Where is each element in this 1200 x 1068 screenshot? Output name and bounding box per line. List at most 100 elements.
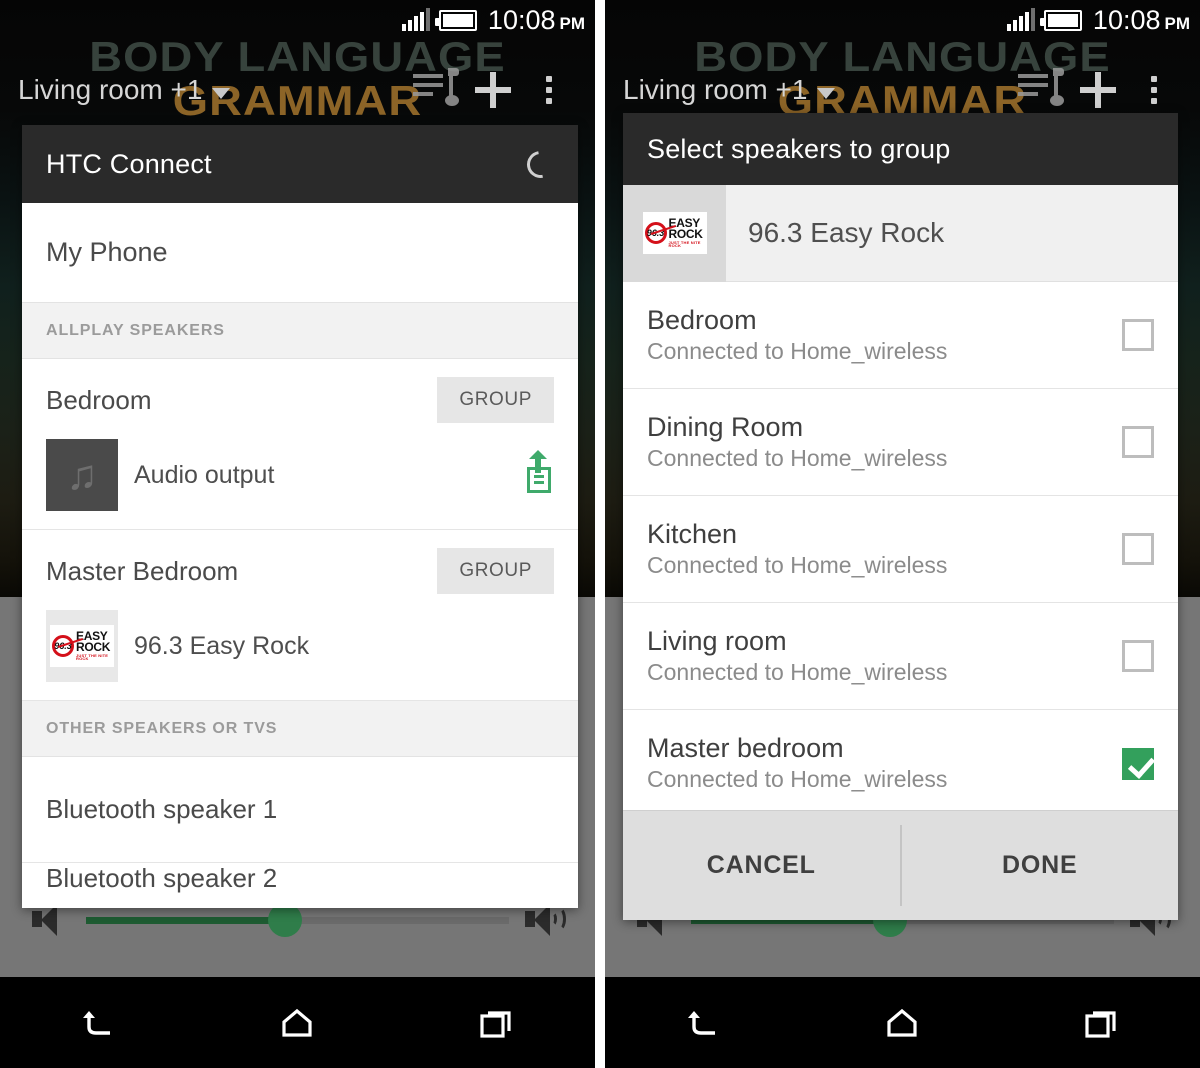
device-name: Bluetooth speaker 1 [46,794,278,824]
system-navigation-bar [605,977,1200,1068]
recents-button[interactable] [456,993,536,1053]
home-button[interactable] [862,993,942,1053]
album-art-thumbnail: 96.3 EASY ROCK JUST THE NITE ROCK [46,610,118,682]
plus-icon[interactable] [465,72,521,108]
speaker-checkbox[interactable] [1122,533,1154,565]
signal-bars-icon [401,8,430,31]
dual-screenshot-stage: BODY LANGUAGE GRAMMAR 10:08 PM Living ro… [0,0,1200,1068]
logo-word-rock: ROCK [76,640,111,655]
plus-icon[interactable] [1070,72,1126,108]
speaker-name: Bedroom [46,384,152,415]
back-button[interactable] [59,993,139,1053]
chevron-down-icon[interactable] [817,87,836,99]
group-button[interactable]: GROUP [437,377,554,423]
speaker-status: Connected to Home_wireless [647,551,948,578]
phone-screenshot-left: BODY LANGUAGE GRAMMAR 10:08 PM Living ro… [0,0,595,1068]
volume-slider-thumb[interactable] [267,903,302,937]
device-name: Bluetooth speaker 2 [46,863,278,893]
clock-time: 10:08 [487,4,556,35]
speaker-row-master-bedroom[interactable]: Master Bedroom GROUP [22,530,578,604]
logo-tagline: JUST THE NITE ROCK [76,652,109,662]
phone-screenshot-right: BODY LANGUAGE GRAMMAR 10:08 PM Living ro… [605,0,1200,1068]
speaker-checkbox-list: Bedroom Connected to Home_wireless Dinin… [623,282,1178,810]
home-button[interactable] [257,993,337,1053]
logo-word-rock: ROCK [668,227,703,242]
battery-icon [434,9,477,31]
speaker-checkbox[interactable] [1122,640,1154,672]
group-button[interactable]: GROUP [437,548,554,594]
signal-bars-icon [1006,8,1035,31]
logo-tagline: JUST THE NITE ROCK [668,239,701,249]
recents-button[interactable] [1061,993,1141,1053]
easy-rock-logo-icon: 96.3 EASY ROCK JUST THE NITE ROCK [642,212,707,254]
speaker-row-bedroom[interactable]: Bedroom GROUP [22,359,578,433]
dialog-body: 96.3 EASY ROCK JUST THE NITE ROCK 96.3 E… [623,184,1178,920]
now-playing-title: 96.3 Easy Rock [748,217,945,248]
section-header-allplay-label: ALLPLAY SPEAKERS [46,321,225,339]
battery-icon [1039,9,1082,31]
album-art-thumbnail: 96.3 EASY ROCK JUST THE NITE ROCK [623,184,726,282]
push-to-speaker-icon[interactable] [524,450,554,493]
status-bar: 10:08 PM [0,0,595,40]
overflow-menu-icon[interactable] [1126,76,1182,104]
easy-rock-logo-icon: 96.3 EASY ROCK JUST THE NITE ROCK [50,625,114,667]
music-note-icon: ♫ [66,451,98,498]
speaker-status: Connected to Home_wireless [647,766,948,793]
done-button[interactable]: DONE [902,811,1179,920]
htc-connect-dialog: HTC Connect My Phone ALLPLAY SPEAKERS Be… [22,125,578,908]
dialog-action-bar: CANCEL DONE [623,810,1178,920]
back-button[interactable] [664,993,744,1053]
speaker-status: Connected to Home_wireless [647,658,948,685]
playlist-music-icon[interactable] [409,68,465,112]
my-phone-label: My Phone [46,237,168,267]
status-bar-clock: 10:08 PM [488,5,585,36]
section-header-other-label: OTHER SPEAKERS OR TVS [46,719,278,737]
clock-ampm: PM [559,13,586,33]
speaker-name: Dining Room [647,411,804,442]
speaker-status: Connected to Home_wireless [647,444,948,471]
album-art-thumbnail: ♫ [46,439,118,511]
speaker-checkbox[interactable] [1122,747,1154,780]
clock-ampm: PM [1164,13,1191,33]
list-item-kitchen[interactable]: Kitchen Connected to Home_wireless [623,496,1178,603]
list-item-living-room[interactable]: Living room Connected to Home_wireless [623,603,1178,710]
playlist-music-icon[interactable] [1014,68,1070,112]
speaker-name: Kitchen [647,518,738,549]
section-header-other: OTHER SPEAKERS OR TVS [22,701,578,757]
speaker-name: Living room [647,625,787,656]
overflow-menu-icon[interactable] [521,76,577,104]
now-playing-banner: 96.3 EASY ROCK JUST THE NITE ROCK 96.3 E… [623,184,1178,282]
clock-time: 10:08 [1092,4,1161,35]
list-item-bluetooth-speaker-1[interactable]: Bluetooth speaker 1 [22,757,578,863]
list-item-master-bedroom[interactable]: Master bedroom Connected to Home_wireles… [623,710,1178,810]
list-item-bedroom[interactable]: Bedroom Connected to Home_wireless [623,282,1178,389]
dialog-header: HTC Connect [22,125,578,203]
volume-slider-track[interactable] [86,903,509,937]
speaker-name: Master Bedroom [46,555,239,586]
app-bar-title[interactable]: Living room +1 [623,74,807,106]
speaker-checkbox[interactable] [1122,426,1154,458]
volume-slider-fill [86,916,285,924]
system-navigation-bar [0,977,595,1068]
list-item-my-phone[interactable]: My Phone [22,203,578,303]
now-playing-bedroom[interactable]: ♫ Audio output [22,433,578,530]
status-bar: 10:08 PM [605,0,1200,40]
section-header-allplay: ALLPLAY SPEAKERS [22,303,578,359]
dialog-header: Select speakers to group [623,113,1178,185]
cancel-button[interactable]: CANCEL [623,811,900,920]
chevron-down-icon[interactable] [212,87,231,99]
loading-spinner-icon [521,145,560,183]
list-item-bluetooth-speaker-2[interactable]: Bluetooth speaker 2 [22,863,578,903]
status-bar-clock: 10:08 PM [1093,5,1190,36]
app-bar: Living room +1 [0,55,595,125]
now-playing-master-bedroom[interactable]: 96.3 EASY ROCK JUST THE NITE ROCK 96.3 E… [22,604,578,701]
select-speakers-dialog: Select speakers to group 96.3 EASY ROCK … [623,113,1178,920]
dialog-title: Select speakers to group [647,133,951,164]
speaker-name: Master bedroom [647,733,844,764]
speaker-checkbox[interactable] [1122,319,1154,351]
list-item-dining-room[interactable]: Dining Room Connected to Home_wireless [623,389,1178,496]
speaker-name: Bedroom [647,304,757,335]
speaker-status: Connected to Home_wireless [647,337,948,364]
app-bar-title[interactable]: Living room +1 [18,74,202,106]
dialog-title: HTC Connect [46,148,212,179]
